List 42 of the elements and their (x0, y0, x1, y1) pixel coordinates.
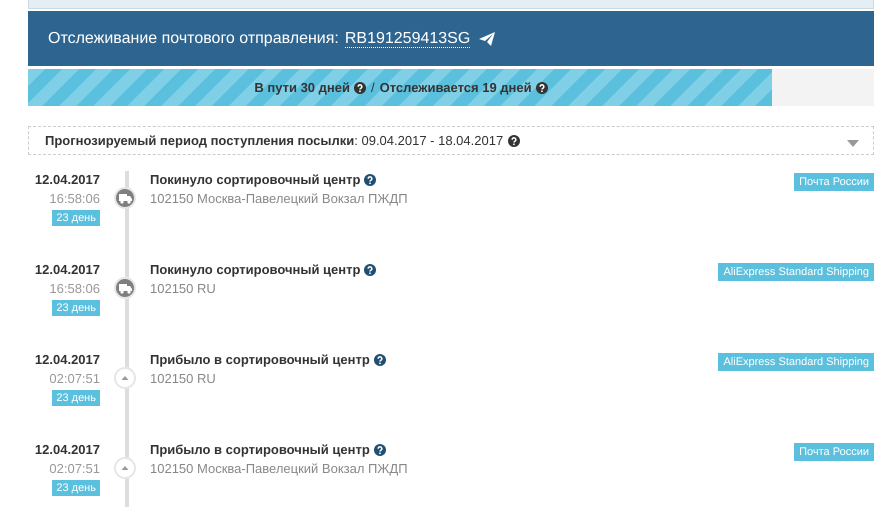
day-badge: 23 день (52, 390, 100, 406)
event-location: 102150 Москва-Павелецкий Вокзал ПЖДП (150, 461, 409, 476)
event-date: 12.04.2017 (34, 351, 100, 368)
event-location: 102150 RU (150, 371, 217, 386)
truck-icon (114, 187, 136, 209)
help-icon (508, 134, 520, 146)
carrier-badge: AliExpress Standard Shipping (718, 353, 874, 371)
carrier-badge: Почта России (794, 173, 874, 191)
event-time: 02:07:51 (49, 460, 100, 478)
day-badge: 23 день (52, 300, 100, 316)
in-transit-label: В пути 30 дней (254, 80, 350, 95)
help-icon (364, 174, 376, 186)
paper-plane-icon (478, 30, 496, 46)
event-location: 102150 Москва-Павелецкий Вокзал ПЖДП (150, 191, 409, 206)
help-icon (354, 82, 366, 94)
event-time: 16:58:06 (49, 280, 100, 298)
day-badge: 23 день (52, 210, 100, 226)
help-icon (374, 354, 386, 366)
event-date: 12.04.2017 (34, 171, 100, 188)
forecast-dates: : 09.04.2017 - 18.04.2017 (354, 133, 504, 148)
event-status: Прибыло в сортировочный центр (150, 351, 370, 368)
event-status: Покинуло сортировочный центр (150, 261, 360, 278)
event-status: Покинуло сортировочный центр (150, 171, 360, 188)
tracking-number-link[interactable]: RB191259413SG (344, 30, 470, 48)
event-location: 102150 RU (150, 281, 217, 296)
truck-icon (114, 277, 136, 299)
help-icon (536, 82, 548, 94)
event-date: 12.04.2017 (34, 441, 100, 458)
header-title: Отслеживание почтового отправления: (48, 30, 339, 48)
forecast-label: Прогнозируемый период поступления посылки (45, 133, 354, 148)
carrier-badge: Почта России (794, 443, 874, 461)
event-time: 16:58:06 (49, 190, 100, 208)
help-icon (374, 444, 386, 456)
tracked-label: Отслеживается 19 дней (380, 80, 532, 95)
event-time: 02:07:51 (49, 370, 100, 388)
event-date: 12.04.2017 (34, 261, 100, 278)
forecast-panel[interactable]: Прогнозируемый период поступления посылки: 09.04.2017 - 18.04.2017 (28, 126, 874, 155)
event-status: Прибыло в сортировочный центр (150, 441, 370, 458)
carrier-badge: AliExpress Standard Shipping (718, 263, 874, 281)
day-badge: 23 день (52, 480, 100, 496)
help-icon (364, 264, 376, 276)
separator-text: / (370, 80, 375, 95)
